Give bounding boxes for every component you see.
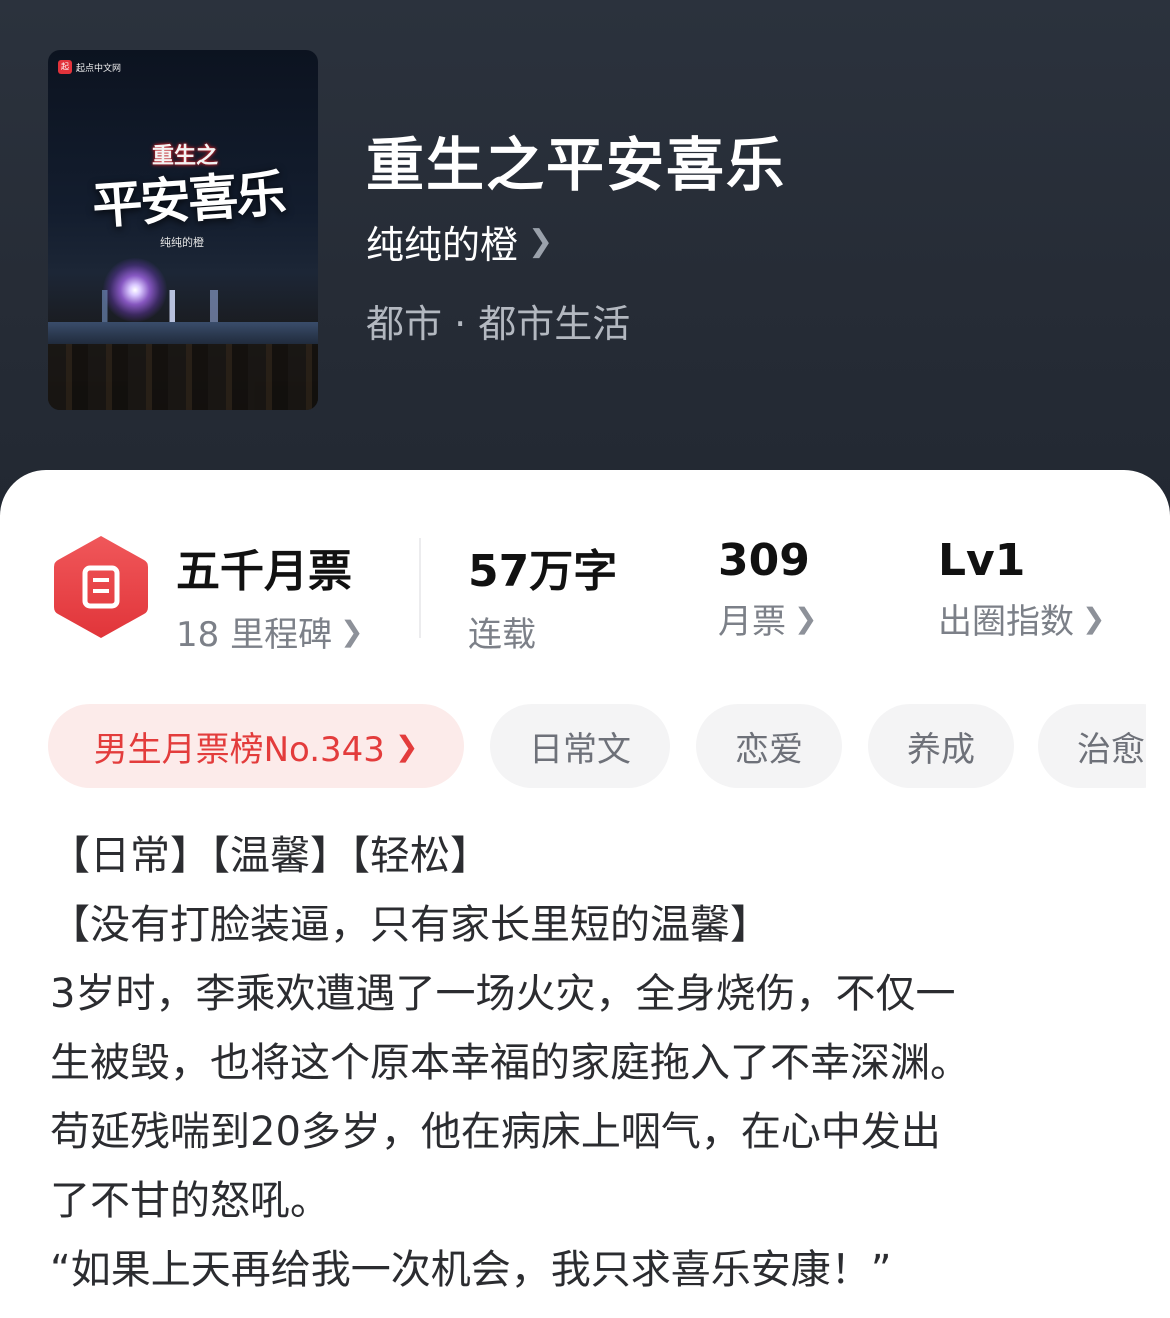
tag-row: 男生月票榜No.343 ❯ 日常文 恋爱 养成 治愈 [48,704,1146,788]
book-synopsis: 【日常】【温馨】【轻松】 【没有打脸装逼，只有家长里短的温馨】 3岁时，李乘欢遭… [50,822,1130,1305]
tag-nurture[interactable]: 养成 [868,704,1014,788]
publisher-logo: 起 起点中文网 [58,60,121,74]
monthly-ticket-badge-icon [54,536,148,638]
book-header: 起 起点中文网 重生之 平安喜乐 纯纯的橙 重生之平安喜乐 纯纯的橙 ❯ 都市 … [0,0,1170,520]
book-title: 重生之平安喜乐 [366,131,787,199]
word-count-value: 57万字 [468,546,618,597]
chevron-right-icon: ❯ [394,729,419,763]
tag-healing[interactable]: 治愈 [1038,704,1146,788]
milestone-title: 五千月票 [176,546,352,597]
book-category: 都市 · 都市生活 [366,302,631,346]
influence-index-label: 出圈指数 [938,602,1074,642]
chevron-right-icon: ❯ [794,602,818,635]
chevron-right-icon: ❯ [528,224,554,259]
synopsis-line: 了不甘的怒吼。 [50,1178,330,1224]
synopsis-line: 3岁时，李乘欢遭遇了一场火灾，全身烧伤，不仅一 [50,971,956,1017]
synopsis-line: 【日常】【温馨】【轻松】 [50,833,490,879]
cover-city-art [48,344,318,410]
tag-romance[interactable]: 恋爱 [696,704,842,788]
monthly-votes-label: 月票 [718,602,786,642]
serial-status-label: 连载 [468,615,536,655]
cover-river-art [48,322,318,346]
author-link[interactable]: 纯纯的橙 ❯ [366,214,553,269]
milestone-subtitle: 18 里程碑 [176,615,333,655]
synopsis-line: “如果上天再给我一次机会，我只求喜乐安康！” [50,1247,892,1293]
word-count-stat: 57万字 连载 [468,535,617,656]
influence-level: Lv1 [938,535,1026,586]
book-cover[interactable]: 起 起点中文网 重生之 平安喜乐 纯纯的橙 [48,50,318,410]
stat-divider [419,538,421,638]
cover-title-large: 平安喜乐 [90,163,287,236]
qidian-logo-icon: 起 [58,60,72,74]
synopsis-line: 生被毁，也将这个原本幸福的家庭拖入了不幸深渊。 [50,1040,970,1086]
author-name: 纯纯的橙 [366,223,519,267]
rank-tag-label: 男生月票榜No.343 [93,729,385,770]
chevron-right-icon: ❯ [1082,602,1106,635]
milestone-stat[interactable]: 五千月票 18 里程碑 ❯ [176,535,364,656]
chevron-right-icon: ❯ [340,615,364,648]
cover-author: 纯纯的橙 [160,236,204,249]
synopsis-line: 【没有打脸装逼，只有家长里短的温馨】 [50,902,770,948]
influence-index-stat[interactable]: Lv1 出圈指数 ❯ [938,535,1105,643]
synopsis-line: 苟延残喘到20多岁，他在病床上咽气，在心中发出 [50,1109,941,1155]
publisher-name: 起点中文网 [76,63,122,74]
monthly-votes-value: 309 [718,535,810,586]
monthly-votes-stat[interactable]: 309 月票 ❯ [718,535,817,643]
tag-daily[interactable]: 日常文 [490,704,670,788]
rank-tag[interactable]: 男生月票榜No.343 ❯ [48,704,464,788]
